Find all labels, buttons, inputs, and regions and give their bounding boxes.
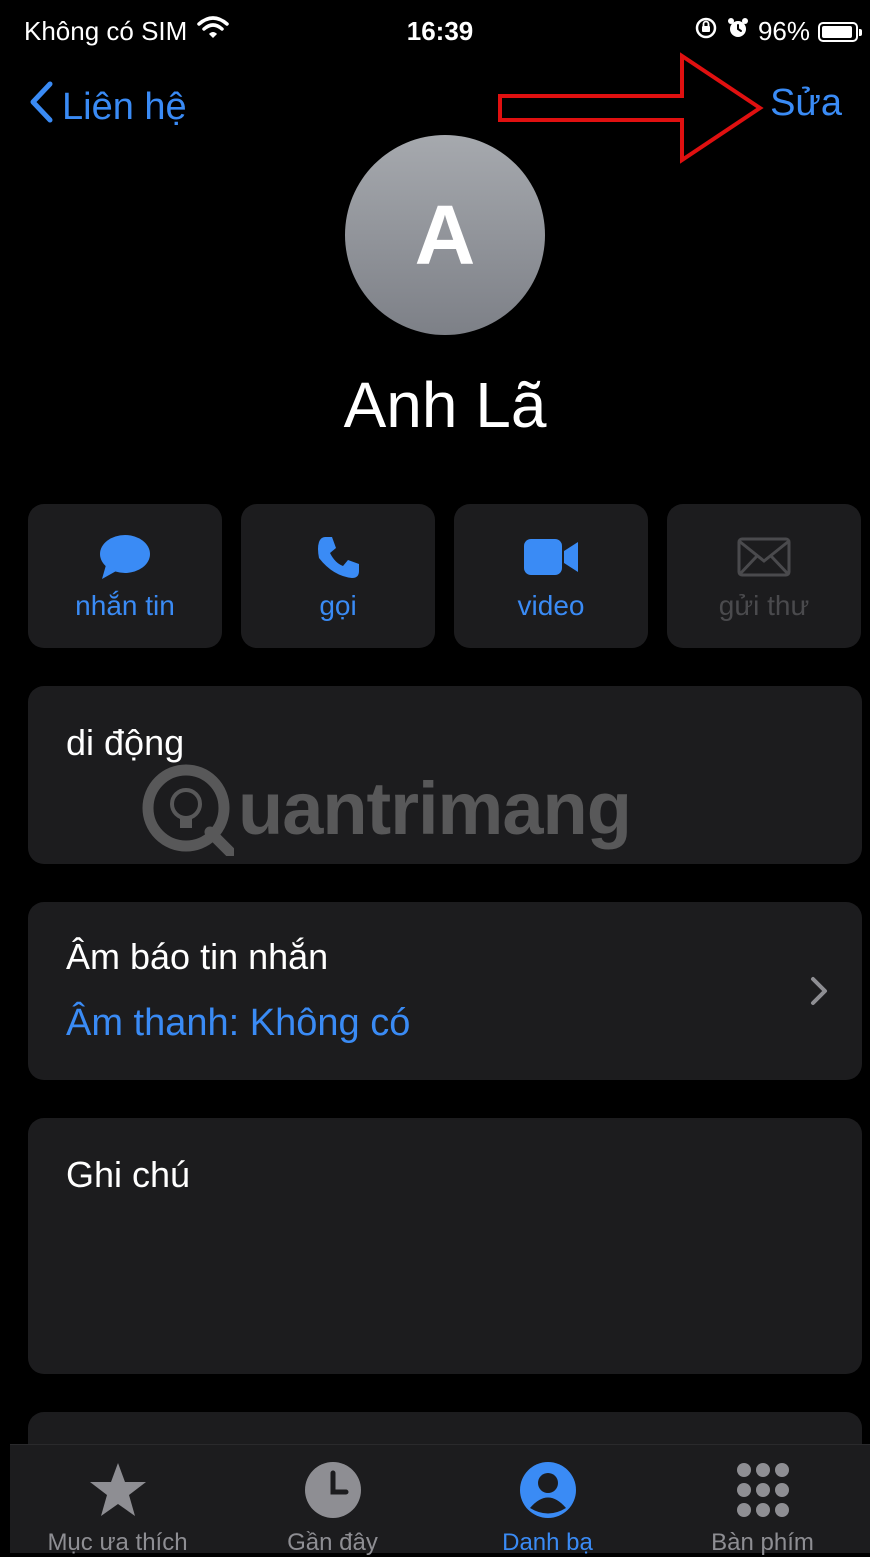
tab-keypad-label: Bàn phím xyxy=(711,1529,814,1556)
tab-recents-label: Gần đây xyxy=(287,1529,378,1556)
chevron-right-icon xyxy=(810,976,828,1011)
tab-contacts-label: Danh bạ xyxy=(502,1529,593,1556)
watermark: uantrimang xyxy=(138,760,632,856)
mail-envelope-icon xyxy=(667,532,861,582)
watermark-logo-icon xyxy=(142,764,234,856)
mail-action-button[interactable]: gửi thư xyxy=(667,504,861,648)
phone-icon xyxy=(241,532,435,582)
message-action-label: nhắn tin xyxy=(75,590,175,621)
video-action-button[interactable]: video xyxy=(454,504,648,648)
message-action-button[interactable]: nhắn tin xyxy=(28,504,222,648)
tab-favorites[interactable]: Mục ưa thích xyxy=(10,1445,225,1556)
tab-keypad[interactable]: Bàn phím xyxy=(655,1445,870,1556)
edit-button[interactable]: Sửa xyxy=(770,82,842,125)
rotation-lock-icon xyxy=(694,16,718,47)
message-bubble-icon xyxy=(28,532,222,582)
battery-icon xyxy=(818,21,862,42)
watermark-text: uantrimang xyxy=(238,766,632,850)
text-tone-value: Âm thanh: Không có xyxy=(66,1002,411,1044)
star-icon xyxy=(10,1461,225,1519)
contact-name: Anh Lã xyxy=(343,369,547,441)
quick-actions: nhắn tin gọi video gửi thư xyxy=(28,504,864,648)
battery-percent: 96% xyxy=(757,16,810,46)
keypad-icon xyxy=(655,1461,870,1519)
notes-label: Ghi chú xyxy=(66,1154,191,1195)
call-action-label: gọi xyxy=(319,590,357,621)
system-indicators: 96% xyxy=(694,16,862,47)
video-camera-icon xyxy=(454,532,648,582)
back-button-label: Liên hệ xyxy=(62,85,187,128)
chevron-left-icon xyxy=(28,80,54,134)
alarm-icon xyxy=(726,16,750,47)
text-tone-title: Âm báo tin nhắn xyxy=(66,936,329,977)
mail-action-label: gửi thư xyxy=(718,590,810,621)
call-action-button[interactable]: gọi xyxy=(241,504,435,648)
avatar-initial: A xyxy=(414,187,476,282)
video-action-label: video xyxy=(517,590,585,621)
notes-card[interactable]: Ghi chú xyxy=(28,1118,862,1374)
phone-screen: Không có SIM 16:39 96% Liên hệ Sửa A Anh… xyxy=(10,0,870,1556)
text-tone-card[interactable]: Âm báo tin nhắn Âm thanh: Không có xyxy=(28,902,862,1080)
tab-bar: Mục ưa thích Gần đây Danh bạ Bàn phím xyxy=(10,1444,870,1556)
tab-recents[interactable]: Gần đây xyxy=(225,1445,440,1556)
red-arrow-annotation-icon xyxy=(498,52,764,164)
back-button[interactable]: Liên hệ xyxy=(28,80,187,134)
phone-label: di động xyxy=(66,722,185,763)
tab-favorites-label: Mục ưa thích xyxy=(47,1529,188,1556)
person-circle-icon xyxy=(440,1461,655,1519)
contact-avatar: A xyxy=(345,135,545,335)
clock-icon xyxy=(225,1461,440,1519)
tab-contacts[interactable]: Danh bạ xyxy=(440,1445,655,1556)
